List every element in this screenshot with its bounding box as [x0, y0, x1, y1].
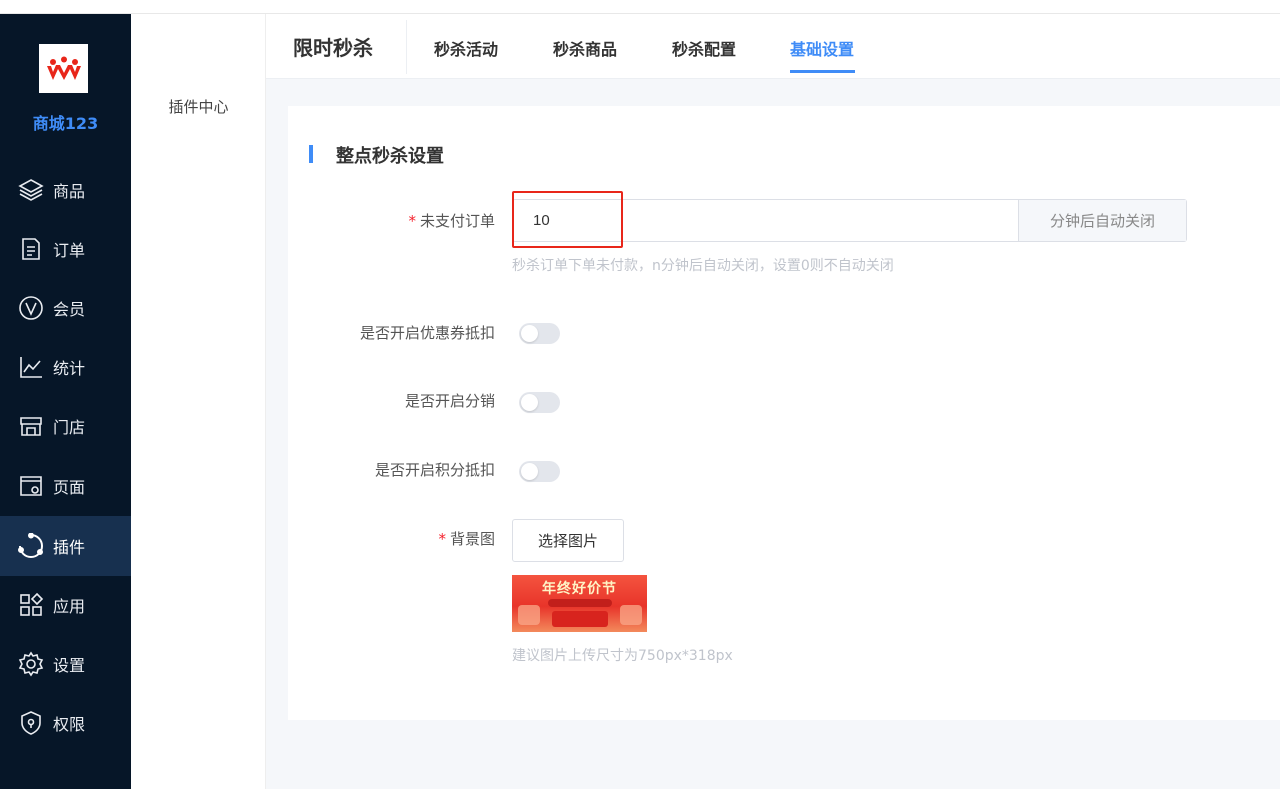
banner-subtitle — [548, 599, 612, 607]
tab-seckill-config[interactable]: 秒杀配置 — [672, 36, 736, 60]
active-tab-indicator — [790, 70, 855, 73]
tab-seckill-activity[interactable]: 秒杀活动 — [434, 36, 498, 60]
layers-icon — [17, 176, 45, 204]
sidebar-item-settings[interactable]: 设置 — [0, 634, 131, 694]
sidebar-item-label: 会员 — [53, 300, 86, 319]
section-title: 整点秒杀设置 — [336, 146, 444, 167]
vip-icon — [17, 294, 45, 322]
sidebar-item-label: 权限 — [53, 715, 86, 734]
switch-knob — [521, 463, 538, 480]
document-icon — [17, 235, 45, 263]
annotation-highlight-box — [512, 191, 623, 248]
sidebar-item-label: 设置 — [53, 656, 86, 675]
sidebar-item-goods[interactable]: 商品 — [0, 160, 131, 220]
sidebar-item-label: 统计 — [53, 359, 86, 378]
sidebar-item-label: 应用 — [53, 597, 86, 616]
sidebar-item-members[interactable]: 会员 — [0, 278, 131, 338]
distribution-label: 是否开启分销 — [404, 392, 495, 410]
sub-sidebar: 插件中心 — [131, 14, 266, 789]
required-mark: * — [408, 212, 416, 230]
sidebar-item-label: 商品 — [53, 182, 86, 201]
switch-knob — [521, 394, 538, 411]
coupon-deduction-switch[interactable] — [519, 323, 560, 344]
unpaid-order-label: * 未支付订单 — [408, 212, 495, 230]
banner-title: 年终好价节 — [542, 581, 617, 597]
sidebar-item-label: 插件 — [53, 538, 86, 557]
unpaid-order-hint: 秒杀订单下单未付款，n分钟后自动关闭，设置0则不自动关闭 — [512, 258, 894, 274]
tab-basic-settings[interactable]: 基础设置 — [790, 36, 854, 60]
distribution-switch[interactable] — [519, 392, 560, 413]
image-size-hint: 建议图片上传尺寸为750px*318px — [512, 648, 733, 664]
title-divider — [406, 20, 407, 74]
apps-icon — [17, 591, 45, 619]
switch-knob — [521, 325, 538, 342]
page-settings-icon — [17, 472, 45, 500]
brand-name: 商城123 — [32, 114, 99, 133]
crown-logo-icon — [46, 56, 81, 80]
store-icon — [17, 412, 45, 440]
input-suffix: 分钟后自动关闭 — [1018, 200, 1186, 241]
sidebar-item-label: 页面 — [53, 478, 86, 497]
coupon-deduction-label: 是否开启优惠券抵扣 — [359, 324, 495, 342]
logo[interactable] — [39, 44, 88, 93]
plugin-icon — [17, 532, 45, 560]
sidebar-item-stats[interactable]: 统计 — [0, 337, 131, 397]
points-deduction-switch[interactable] — [519, 461, 560, 482]
background-image-preview[interactable]: 年终好价节 — [512, 575, 647, 632]
chart-icon — [17, 353, 45, 381]
sidebar-item-store[interactable]: 门店 — [0, 396, 131, 456]
submenu-item-plugin-center[interactable]: 插件中心 — [131, 96, 266, 117]
banner-product-box — [552, 611, 608, 627]
main-sidebar: 商城123 商品 订单 会员 统计 门店 页面 插件 应用 设置 权限 — [0, 14, 131, 789]
background-image-label: * 背景图 — [438, 530, 495, 548]
required-mark: * — [438, 530, 446, 548]
sidebar-item-permissions[interactable]: 权限 — [0, 693, 131, 753]
sidebar-item-label: 门店 — [53, 418, 86, 437]
tab-seckill-goods[interactable]: 秒杀商品 — [553, 36, 617, 60]
sidebar-item-label: 订单 — [53, 241, 86, 260]
page-header: 限时秒杀 秒杀活动 秒杀商品 秒杀配置 基础设置 — [266, 14, 1280, 79]
page-title: 限时秒杀 — [293, 36, 373, 60]
section-marker — [309, 145, 313, 163]
sidebar-item-pages[interactable]: 页面 — [0, 456, 131, 516]
gear-icon — [17, 650, 45, 678]
choose-image-button[interactable]: 选择图片 — [512, 519, 624, 562]
shield-icon — [17, 709, 45, 737]
sidebar-item-apps[interactable]: 应用 — [0, 575, 131, 635]
sidebar-item-plugins[interactable]: 插件 — [0, 516, 131, 576]
points-deduction-label: 是否开启积分抵扣 — [374, 461, 495, 479]
top-bar — [0, 0, 1280, 14]
sidebar-item-orders[interactable]: 订单 — [0, 219, 131, 279]
